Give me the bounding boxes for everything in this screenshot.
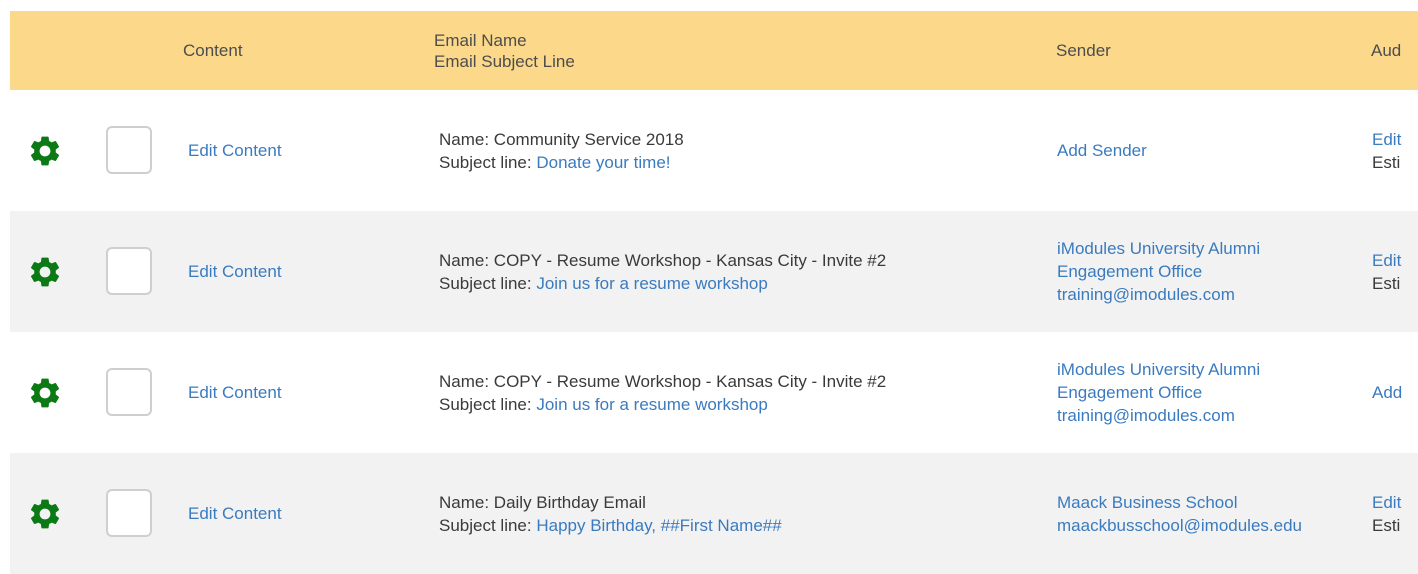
email-cell: Name: Community Service 2018 Subject lin…	[439, 90, 1049, 211]
audience-cell: Edit Esti	[1372, 453, 1418, 574]
sender-cell: Add Sender	[1057, 90, 1372, 211]
edit-content-link[interactable]: Edit Content	[188, 381, 448, 404]
name-prefix: Name:	[439, 371, 494, 391]
column-header-sender-label: Sender	[1056, 41, 1111, 60]
column-header-audience: Aud	[1371, 11, 1401, 90]
audience-estimate: Esti	[1372, 273, 1401, 293]
audience-estimate: Esti	[1372, 152, 1401, 172]
audience-edit-link[interactable]: Edit	[1372, 128, 1418, 151]
column-header-content-label: Content	[183, 41, 243, 60]
gear-icon[interactable]	[27, 254, 63, 290]
content-cell: Edit Content	[188, 211, 448, 332]
subject-link[interactable]: Happy Birthday, ##First Name##	[536, 516, 781, 535]
audience-cell: Add	[1372, 332, 1418, 453]
sender-cell: iModules University Alumni Engagement Of…	[1057, 211, 1372, 332]
table-header: Content Email Name Email Subject Line Se…	[10, 11, 1418, 90]
subject-link[interactable]: Donate your time!	[536, 153, 670, 172]
email-name-line: Name: Community Service 2018	[439, 128, 1049, 151]
subject-line: Subject line: Join us for a resume works…	[439, 393, 1049, 416]
row-select-checkbox[interactable]	[106, 488, 152, 537]
sender-name-line[interactable]: iModules University Alumni	[1057, 358, 1372, 381]
audience-edit-link[interactable]: Edit	[1372, 491, 1418, 514]
email-name: COPY - Resume Workshop - Kansas City - I…	[493, 250, 887, 270]
add-sender-link[interactable]: Add Sender	[1057, 139, 1372, 162]
subject-line: Subject line: Join us for a resume works…	[439, 272, 1049, 295]
sender-cell: iModules University Alumni Engagement Of…	[1057, 332, 1372, 453]
table-row: Edit Content Name: Daily Birthday Email …	[10, 453, 1418, 574]
sender-name-line[interactable]: Maack Business School	[1057, 491, 1372, 514]
email-name: Community Service 2018	[493, 129, 684, 149]
audience-edit-link[interactable]: Edit	[1372, 249, 1418, 272]
content-cell: Edit Content	[188, 332, 448, 453]
gear-icon[interactable]	[27, 133, 63, 169]
subject-link[interactable]: Join us for a resume workshop	[536, 274, 768, 293]
name-prefix: Name:	[439, 250, 494, 270]
sender-name-line[interactable]: Engagement Office	[1057, 260, 1372, 283]
email-name-line: Name: COPY - Resume Workshop - Kansas Ci…	[439, 249, 1049, 272]
content-cell: Edit Content	[188, 453, 448, 574]
email-name: COPY - Resume Workshop - Kansas City - I…	[493, 371, 887, 391]
edit-content-link[interactable]: Edit Content	[188, 502, 448, 525]
email-name-line: Name: COPY - Resume Workshop - Kansas Ci…	[439, 370, 1049, 393]
name-prefix: Name:	[439, 129, 494, 149]
name-prefix: Name:	[439, 492, 494, 512]
gear-icon[interactable]	[27, 496, 63, 532]
row-select-checkbox[interactable]	[106, 367, 152, 416]
table-row: Edit Content Name: COPY - Resume Worksho…	[10, 332, 1418, 453]
edit-content-link[interactable]: Edit Content	[188, 139, 448, 162]
subject-prefix: Subject line:	[439, 273, 537, 293]
row-select-checkbox[interactable]	[106, 125, 152, 174]
sender-email[interactable]: training@imodules.com	[1057, 404, 1372, 427]
table-row: Edit Content Name: Community Service 201…	[10, 90, 1418, 211]
audience-estimate: Esti	[1372, 515, 1401, 535]
content-cell: Edit Content	[188, 90, 448, 211]
table-row: Edit Content Name: COPY - Resume Worksho…	[10, 211, 1418, 332]
sender-name-line[interactable]: Engagement Office	[1057, 381, 1372, 404]
email-cell: Name: Daily Birthday Email Subject line:…	[439, 453, 1049, 574]
column-header-content: Content	[183, 11, 243, 90]
subject-line: Subject line: Donate your time!	[439, 151, 1049, 174]
gear-icon[interactable]	[27, 375, 63, 411]
email-cell: Name: COPY - Resume Workshop - Kansas Ci…	[439, 211, 1049, 332]
sender-email[interactable]: training@imodules.com	[1057, 283, 1372, 306]
column-header-email: Email Name Email Subject Line	[434, 11, 575, 90]
column-header-sender: Sender	[1056, 11, 1111, 90]
sender-cell: Maack Business School maackbusschool@imo…	[1057, 453, 1372, 574]
sender-email[interactable]: maackbusschool@imodules.edu	[1057, 514, 1372, 537]
column-header-email-subject-label: Email Subject Line	[434, 51, 575, 71]
audience-cell: Edit Esti	[1372, 211, 1418, 332]
column-header-audience-label: Aud	[1371, 41, 1402, 60]
subject-prefix: Subject line:	[439, 515, 537, 535]
email-cell: Name: COPY - Resume Workshop - Kansas Ci…	[439, 332, 1049, 453]
subject-prefix: Subject line:	[439, 152, 537, 172]
column-header-email-name-label: Email Name	[434, 30, 527, 50]
email-campaign-table: Content Email Name Email Subject Line Se…	[10, 11, 1418, 574]
subject-line: Subject line: Happy Birthday, ##First Na…	[439, 514, 1049, 537]
email-name-line: Name: Daily Birthday Email	[439, 491, 1049, 514]
subject-prefix: Subject line:	[439, 394, 537, 414]
audience-add-link[interactable]: Add	[1372, 381, 1418, 404]
subject-link[interactable]: Join us for a resume workshop	[536, 395, 768, 414]
sender-name-line[interactable]: iModules University Alumni	[1057, 237, 1372, 260]
audience-cell: Edit Esti	[1372, 90, 1418, 211]
edit-content-link[interactable]: Edit Content	[188, 260, 448, 283]
row-select-checkbox[interactable]	[106, 246, 152, 295]
email-name: Daily Birthday Email	[493, 492, 646, 512]
